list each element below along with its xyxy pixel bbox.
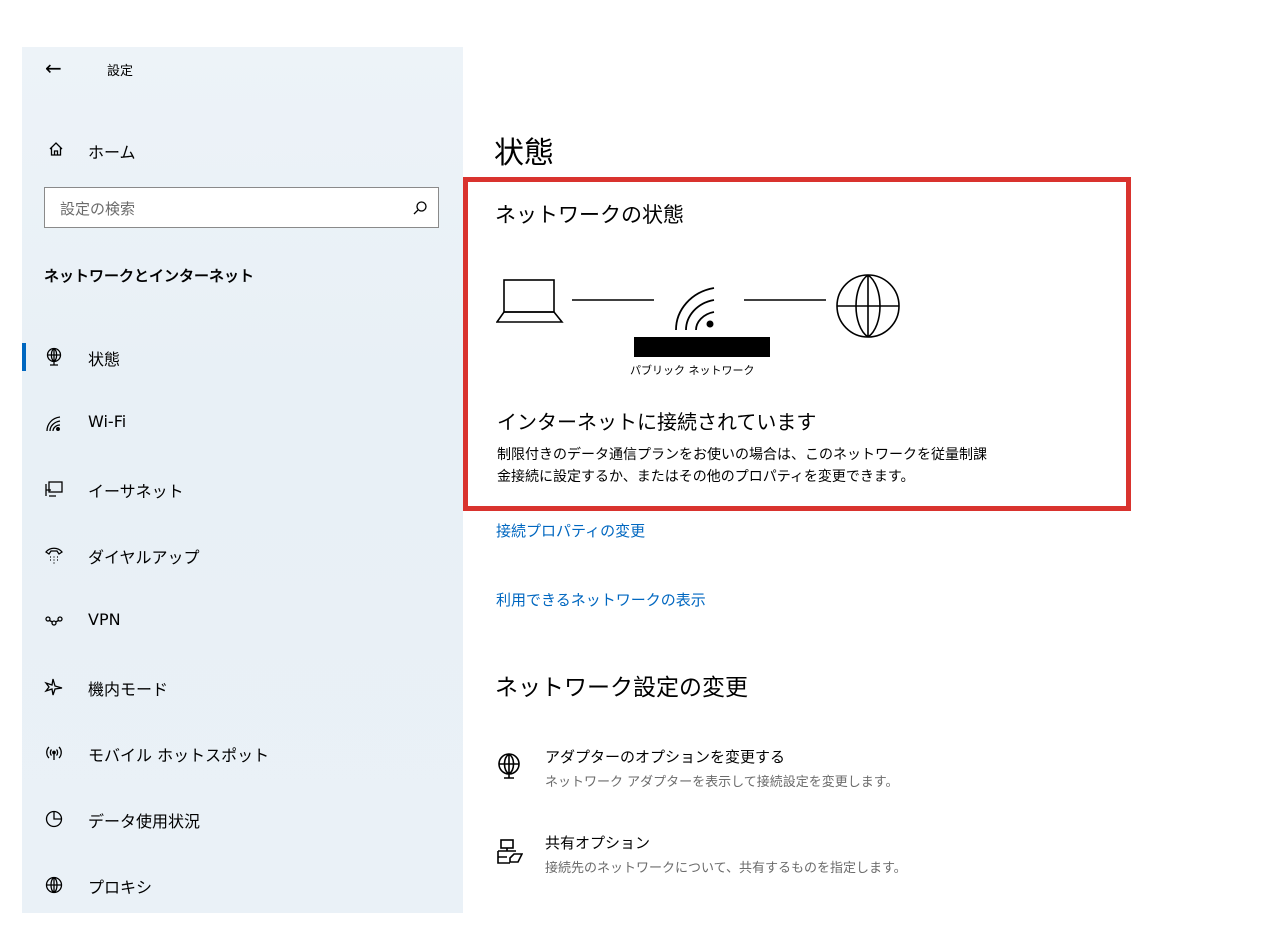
wifi-icon bbox=[675, 287, 715, 331]
sidebar-item-hotspot[interactable]: モバイル ホットスポット bbox=[22, 733, 463, 773]
sharing-options-item[interactable]: 共有オプション 接続先のネットワークについて、共有するものを指定します。 bbox=[495, 832, 1095, 882]
sidebar-item-label: イーサネット bbox=[88, 482, 184, 501]
network-diagram bbox=[496, 274, 900, 338]
search-placeholder: 設定の検索 bbox=[60, 200, 136, 218]
adapter-icon bbox=[498, 753, 520, 779]
sidebar-item-label: Wi-Fi bbox=[88, 412, 127, 431]
change-connection-properties-link[interactable]: 接続プロパティの変更 bbox=[496, 520, 645, 541]
page-title: 状態 bbox=[494, 136, 554, 171]
sidebar: ← 設定 ホーム 設定の検索 ネットワークとインターネット 状態 Wi-Fi イ… bbox=[22, 47, 463, 913]
ethernet-icon bbox=[45, 481, 63, 497]
globe-icon bbox=[836, 274, 900, 338]
hotspot-icon bbox=[46, 746, 62, 760]
change-settings-heading: ネットワーク設定の変更 bbox=[495, 675, 748, 701]
network-status-heading: ネットワークの状態 bbox=[495, 203, 684, 227]
description-line: 制限付きのデータ通信プランをお使いの場合は、このネットワークを従量制課 bbox=[497, 447, 987, 463]
network-type-label: パブリック ネットワーク bbox=[630, 364, 755, 377]
sidebar-item-label: ダイヤルアップ bbox=[88, 548, 200, 567]
wifi-icon bbox=[46, 416, 61, 432]
connection-description: 制限付きのデータ通信プランをお使いの場合は、このネットワークを従量制課 金接続に… bbox=[497, 444, 1097, 488]
sidebar-item-ethernet[interactable]: イーサネット bbox=[22, 469, 463, 509]
home-link[interactable]: ホーム bbox=[88, 139, 136, 163]
dialup-icon bbox=[45, 547, 63, 564]
laptop-icon bbox=[496, 279, 564, 323]
adapter-options-item[interactable]: アダプターのオプションを変更する ネットワーク アダプターを表示して接続設定を変… bbox=[495, 746, 1095, 796]
show-available-networks-link[interactable]: 利用できるネットワークの表示 bbox=[496, 589, 706, 610]
option-title: アダプターのオプションを変更する bbox=[545, 748, 786, 766]
app-title: 設定 bbox=[107, 64, 134, 79]
sidebar-item-label: モバイル ホットスポット bbox=[88, 746, 270, 765]
description-line: 金接続に設定するか、またはその他のプロパティを変更できます。 bbox=[497, 469, 915, 485]
sidebar-item-dialup[interactable]: ダイヤルアップ bbox=[22, 535, 463, 575]
airplane-icon bbox=[44, 678, 63, 696]
sidebar-item-label: 機内モード bbox=[88, 680, 169, 699]
option-title: 共有オプション bbox=[545, 834, 651, 852]
search-input[interactable]: 設定の検索 bbox=[44, 187, 439, 228]
home-icon[interactable] bbox=[48, 141, 64, 157]
sidebar-item-wifi[interactable]: Wi-Fi bbox=[22, 403, 463, 443]
vpn-icon bbox=[45, 616, 63, 626]
sidebar-item-label: データ使用状況 bbox=[88, 812, 201, 831]
connection-status: インターネットに接続されています bbox=[497, 410, 817, 434]
option-description: ネットワーク アダプターを表示して接続設定を変更します。 bbox=[545, 775, 899, 790]
redacted-network-name bbox=[634, 337, 770, 357]
globe-icon bbox=[45, 876, 63, 894]
sharing-icon bbox=[497, 839, 523, 864]
sidebar-item-label: VPN bbox=[88, 610, 121, 629]
sidebar-item-data-usage[interactable]: データ使用状況 bbox=[22, 799, 463, 839]
data-usage-icon bbox=[45, 810, 63, 828]
sidebar-item-status[interactable]: 状態 bbox=[22, 337, 463, 377]
search-icon[interactable] bbox=[412, 200, 428, 216]
globe-stand-icon bbox=[46, 347, 62, 366]
sidebar-item-airplane[interactable]: 機内モード bbox=[22, 667, 463, 707]
sidebar-item-vpn[interactable]: VPN bbox=[22, 601, 463, 641]
sidebar-item-label: プロキシ bbox=[88, 878, 153, 897]
section-heading: ネットワークとインターネット bbox=[44, 267, 255, 285]
sidebar-item-label: 状態 bbox=[88, 350, 121, 369]
sidebar-item-proxy[interactable]: プロキシ bbox=[22, 865, 463, 905]
option-description: 接続先のネットワークについて、共有するものを指定します。 bbox=[545, 861, 907, 876]
back-arrow-icon[interactable]: ← bbox=[45, 58, 62, 78]
